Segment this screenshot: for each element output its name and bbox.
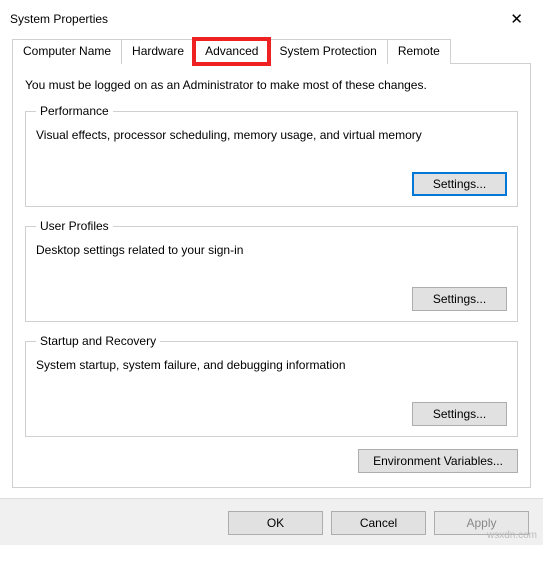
cancel-button[interactable]: Cancel [331,511,426,535]
tab-label: System Protection [279,44,376,58]
group-button-row: Settings... [36,287,507,311]
titlebar: System Properties ✕ [0,0,543,38]
tab-computer-name[interactable]: Computer Name [12,39,122,64]
group-startup-recovery: Startup and Recovery System startup, sys… [25,334,518,437]
environment-variables-button[interactable]: Environment Variables... [358,449,518,473]
startup-recovery-settings-button[interactable]: Settings... [412,402,507,426]
group-performance: Performance Visual effects, processor sc… [25,104,518,207]
admin-notice: You must be logged on as an Administrato… [25,78,518,92]
group-legend: Startup and Recovery [36,334,160,348]
tab-label: Remote [398,44,440,58]
group-desc: System startup, system failure, and debu… [36,358,507,372]
group-user-profiles: User Profiles Desktop settings related t… [25,219,518,322]
close-icon[interactable]: ✕ [502,8,531,30]
tab-panel-advanced: You must be logged on as an Administrato… [12,63,531,488]
group-legend: User Profiles [36,219,113,233]
tab-label: Advanced [205,44,258,58]
env-row: Environment Variables... [25,449,518,473]
dialog-button-row: OK Cancel Apply [0,498,543,545]
performance-settings-button[interactable]: Settings... [412,172,507,196]
group-button-row: Settings... [36,172,507,196]
group-button-row: Settings... [36,402,507,426]
group-desc: Visual effects, processor scheduling, me… [36,128,507,142]
tab-remote[interactable]: Remote [387,39,451,64]
tabstrip: Computer Name Hardware Advanced System P… [12,39,531,64]
user-profiles-settings-button[interactable]: Settings... [412,287,507,311]
tab-label: Computer Name [23,44,111,58]
tab-hardware[interactable]: Hardware [121,39,195,64]
tab-system-protection[interactable]: System Protection [268,39,387,64]
tab-advanced[interactable]: Advanced [194,39,269,64]
watermark: wsxdn.com [487,530,537,541]
group-desc: Desktop settings related to your sign-in [36,243,507,257]
window-title: System Properties [10,12,108,26]
group-legend: Performance [36,104,113,118]
ok-button[interactable]: OK [228,511,323,535]
tab-label: Hardware [132,44,184,58]
